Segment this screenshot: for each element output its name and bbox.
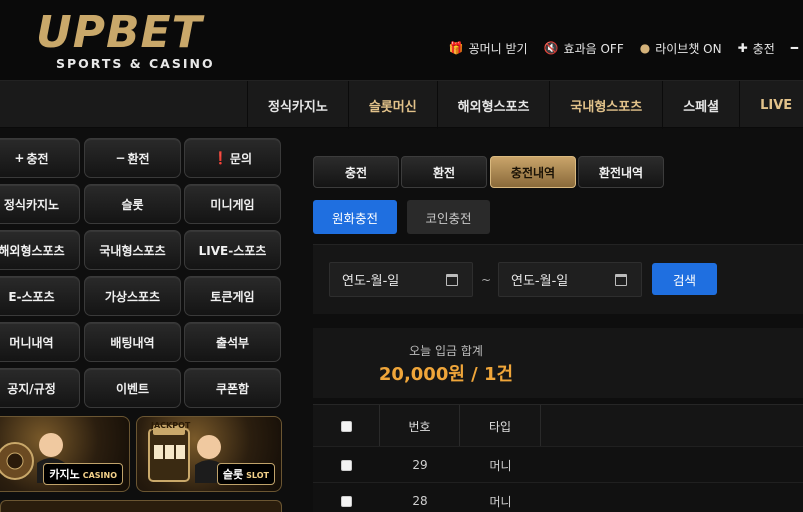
row-select-cell (313, 483, 380, 512)
today-deposit-summary: 오늘 입금 합계 20,000원 / 1건 (313, 328, 803, 398)
tab-deposit[interactable]: 충전 (313, 156, 399, 188)
sidebar-button-minigame[interactable]: 미니게임 (184, 184, 281, 224)
row-checkbox[interactable] (341, 495, 352, 507)
select-all-checkbox[interactable] (340, 420, 352, 432)
sidebar-button-slot[interactable]: 슬롯 (84, 184, 181, 224)
sidebar-button-casino[interactable]: 정식카지노 (0, 184, 80, 224)
sub-tab-coin-deposit[interactable]: 코인충전 (407, 200, 490, 234)
header: UPBET SPORTS & CASINO 🎁 꽁머니 받기 🔇 효과음 OFF… (0, 0, 803, 80)
withdraw-link-partial[interactable]: ━ (791, 41, 803, 55)
calendar-icon[interactable] (615, 274, 627, 286)
top-links: 🎁 꽁머니 받기 🔇 효과음 OFF ● 라이브챗 ON ✚ 충전 ━ (449, 38, 803, 58)
table-row[interactable]: 29 머니 (313, 446, 803, 482)
nav-item-live[interactable]: LIVE (739, 81, 803, 129)
main-nav: 정식카지노 슬롯머신 해외형스포츠 국내형스포츠 스페셜 LIVE (0, 80, 803, 129)
deposit-history-table: 번호 타입 29 머니 28 머니 (313, 404, 803, 512)
speaker-mute-icon: 🔇 (543, 41, 559, 55)
sound-toggle[interactable]: 🔇 효과음 OFF (544, 40, 624, 57)
search-button[interactable]: 검색 (652, 263, 717, 295)
info-icon: ❗ (212, 151, 228, 165)
sidebar-button-label: 환전 (127, 151, 150, 166)
date-from-value: 연도-월-일 (342, 274, 400, 289)
sidebar-button-overseas-sports[interactable]: 해외형스포츠 (0, 230, 80, 270)
sub-tab-krw-deposit[interactable]: 원화충전 (313, 200, 397, 234)
deposit-link[interactable]: ✚ 충전 (738, 40, 775, 57)
sidebar-button-label: 문의 (229, 151, 253, 166)
row-number: 29 (412, 458, 428, 472)
slot-banner-label: 슬롯 SLOT (216, 463, 275, 485)
nav-items: 정식카지노 슬롯머신 해외형스포츠 국내형스포츠 스페셜 LIVE (247, 81, 803, 129)
slot-banner[interactable]: JACKPOT 슬롯 SLOT (136, 416, 282, 492)
sidebar-button-live-sports[interactable]: LIVE-스포츠 (184, 230, 281, 270)
row-type: 머니 (489, 458, 512, 473)
casino-banner-title: 카지노 (49, 468, 80, 481)
sidebar-button-notice[interactable]: 공지/규정 (0, 368, 80, 408)
nav-item-domestic-sports[interactable]: 국내형스포츠 (549, 81, 662, 129)
date-search-panel: 연도-월-일 ~ 연도-월-일 검색 (313, 244, 803, 314)
date-from-input[interactable]: 연도-월-일 (329, 262, 473, 297)
header-select-all (313, 405, 380, 447)
summary-label: 오늘 입금 합계 (409, 344, 483, 358)
column-header-number: 번호 (380, 405, 460, 447)
column-header-type: 타입 (460, 405, 541, 447)
sidebar-button-label: 충전 (26, 151, 49, 166)
live-chat-label: 라이브챗 ON (655, 41, 722, 56)
next-banner-partial[interactable] (0, 500, 282, 512)
logo-tagline: SPORTS & CASINO (56, 56, 215, 71)
sidebar-button-esports[interactable]: E-스포츠 (0, 276, 80, 316)
casino-banner-label: 카지노 CASINO (43, 463, 123, 485)
plus-icon: + (14, 151, 25, 165)
free-money-link[interactable]: 🎁 꽁머니 받기 (449, 40, 528, 57)
nav-item-special[interactable]: 스페셜 (662, 81, 739, 129)
row-select-cell (313, 447, 380, 483)
sound-toggle-label: 효과음 OFF (563, 41, 624, 56)
jackpot-badge: JACKPOT (151, 421, 191, 430)
sidebar-button-inquiry[interactable]: ❗ 문의 (184, 138, 281, 178)
sidebar-button-money-history[interactable]: 머니내역 (0, 322, 80, 362)
row-checkbox[interactable] (341, 459, 352, 471)
calendar-icon[interactable] (446, 274, 458, 286)
table-header: 번호 타입 (313, 404, 803, 447)
sidebar: + 충전 − 환전 ❗ 문의 정식카지노 슬롯 미니게임 해외형스포츠 국내형스포츠 … (0, 128, 290, 512)
deposit-link-label: 충전 (752, 41, 775, 56)
sidebar-button-coupon[interactable]: 쿠폰함 (184, 368, 281, 408)
sidebar-button-bet-history[interactable]: 배팅내역 (84, 322, 181, 362)
tab-withdraw-history[interactable]: 환전내역 (578, 156, 664, 188)
slot-machine-character-art (148, 425, 223, 483)
live-chat-toggle[interactable]: ● 라이브챗 ON (640, 40, 722, 57)
gift-icon: 🎁 (448, 41, 464, 55)
slot-banner-sub: SLOT (246, 471, 269, 480)
chat-icon: ● (639, 41, 651, 55)
nav-item-casino[interactable]: 정식카지노 (247, 81, 348, 129)
summary-value: 20,000원 / 1건 (378, 364, 514, 385)
row-number: 28 (412, 494, 428, 508)
sidebar-button-virtual-sports[interactable]: 가상스포츠 (84, 276, 181, 316)
sidebar-button-event[interactable]: 이벤트 (84, 368, 181, 408)
plus-icon: ✚ (737, 41, 748, 55)
nav-item-overseas-sports[interactable]: 해외형스포츠 (436, 81, 550, 129)
sidebar-button-attendance[interactable]: 출석부 (184, 322, 281, 362)
sidebar-button-token-game[interactable]: 토큰게임 (184, 276, 281, 316)
slot-banner-title: 슬롯 (222, 468, 244, 481)
main-content: 충전 환전 충전내역 환전내역 원화충전 코인충전 연도-월-일 ~ 연도-월-… (313, 128, 803, 512)
table-row[interactable]: 28 머니 (313, 482, 803, 512)
free-money-label: 꽁머니 받기 (468, 41, 528, 56)
minus-icon: − (115, 151, 126, 165)
sidebar-button-withdraw[interactable]: − 환전 (84, 138, 181, 178)
row-type: 머니 (489, 494, 512, 509)
date-to-input[interactable]: 연도-월-일 (498, 262, 642, 297)
logo-text: UPBET (36, 7, 203, 58)
nav-item-slot[interactable]: 슬롯머신 (347, 81, 437, 129)
tab-deposit-history[interactable]: 충전내역 (490, 156, 576, 188)
sidebar-button-domestic-sports[interactable]: 국내형스포츠 (84, 230, 181, 270)
minus-icon: ━ (790, 41, 798, 55)
date-range-separator: ~ (481, 273, 492, 287)
sidebar-button-deposit[interactable]: + 충전 (0, 138, 80, 178)
date-to-value: 연도-월-일 (511, 274, 569, 289)
tab-withdraw[interactable]: 환전 (401, 156, 487, 188)
logo[interactable]: UPBET SPORTS & CASINO (36, 8, 236, 74)
casino-banner-sub: CASINO (82, 471, 117, 480)
casino-banner[interactable]: 카지노 CASINO (0, 416, 130, 492)
